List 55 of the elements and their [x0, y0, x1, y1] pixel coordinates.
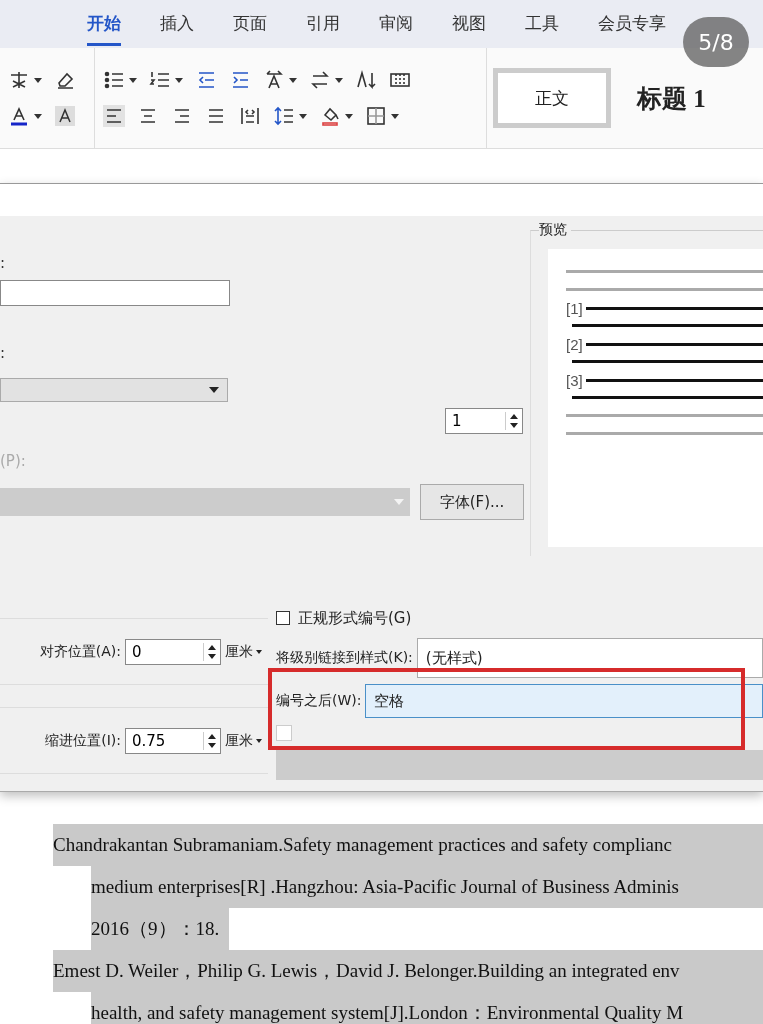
font-button[interactable]: 字体(F)... [420, 484, 524, 520]
field-label: 编号之后(W): [276, 692, 362, 710]
number-spinner[interactable]: 1 [445, 408, 523, 434]
field-label: 缩进位置(I): [45, 731, 121, 750]
caret-icon [34, 113, 42, 119]
spin-arrows-icon[interactable] [509, 412, 519, 430]
follow-number-field[interactable]: 空格 [365, 684, 763, 718]
number-spinner[interactable]: 0.75 [125, 727, 221, 754]
caret-icon [34, 77, 42, 83]
caret-icon [394, 499, 404, 505]
ribbon-tab[interactable]: 会员专享 [598, 2, 666, 46]
caret-icon [335, 77, 343, 83]
caret-icon [289, 77, 297, 83]
style-preset[interactable]: 正文 [493, 68, 611, 128]
ribbon-tab[interactable]: 页面 [233, 2, 267, 46]
group-title: 预览 [539, 221, 571, 239]
caret-icon [256, 738, 262, 743]
caret-icon [175, 77, 183, 83]
caret-icon [129, 77, 137, 83]
list-number: [1] [566, 299, 583, 317]
ribbon-tab[interactable]: 工具 [525, 2, 559, 46]
list-number: [2] [566, 335, 583, 353]
shading-fill-icon[interactable] [319, 105, 341, 127]
ribbon-tab[interactable]: 视图 [452, 2, 486, 46]
bullet-list-icon[interactable] [103, 69, 125, 91]
input-field[interactable] [0, 280, 230, 306]
distribute-icon[interactable] [239, 105, 261, 127]
field-label: : [0, 344, 7, 364]
caret-icon [209, 387, 219, 393]
caret-icon [345, 113, 353, 119]
caret-icon [299, 113, 307, 119]
field-label: 将级别链接到样式(K): [276, 649, 413, 667]
sort-icon[interactable] [355, 69, 377, 91]
field-label: : [0, 254, 7, 274]
field-label: (P): [0, 452, 27, 470]
ribbon-tab[interactable]: 插入 [160, 2, 194, 46]
ribbon-tab[interactable]: 引用 [306, 2, 340, 46]
style-preset[interactable]: 标题 1 [631, 68, 712, 128]
border-icon[interactable] [365, 105, 387, 127]
swap-icon[interactable] [309, 69, 331, 91]
align-left-icon[interactable] [103, 105, 125, 127]
font-color-icon[interactable] [8, 105, 30, 127]
checkbox-label: 正规形式编号(G) [298, 608, 412, 628]
checkbox[interactable] [276, 611, 290, 625]
unit-dropdown[interactable]: 厘米 [225, 731, 262, 750]
char-shading-icon[interactable] [54, 105, 76, 127]
line-spacing-icon[interactable] [273, 105, 295, 127]
style-field[interactable]: (无样式) [416, 638, 763, 678]
number-spinner[interactable]: 0 [125, 638, 221, 665]
list-number: [3] [566, 371, 583, 389]
field-label: 对齐位置(A): [39, 642, 121, 661]
unit-dropdown[interactable]: 厘米 [225, 642, 262, 661]
ribbon-tab[interactable]: 审阅 [379, 2, 413, 46]
caret-icon [256, 649, 262, 654]
caret-icon [391, 113, 399, 119]
